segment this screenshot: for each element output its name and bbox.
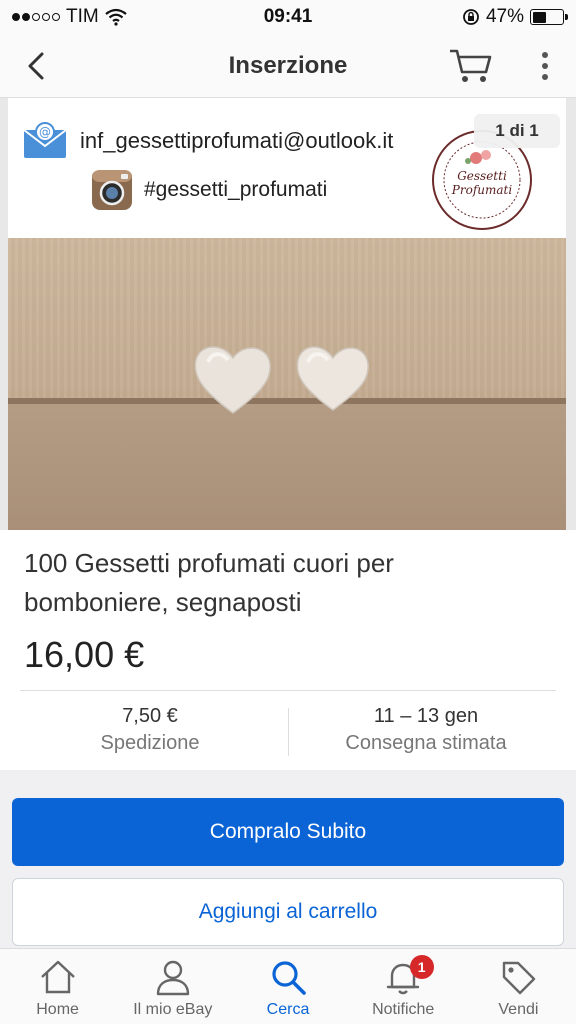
tag-icon bbox=[503, 961, 536, 995]
status-bar: TIM 09:41 47% bbox=[0, 0, 576, 34]
search-icon bbox=[272, 961, 306, 995]
shipping-label: Spedizione bbox=[100, 732, 200, 754]
image-gallery[interactable]: @ inf_gessettiprofumati@outlook.it #gess… bbox=[0, 98, 576, 530]
tab-label: Cerca bbox=[266, 1001, 310, 1018]
tab-label: Vendi bbox=[498, 1001, 539, 1018]
item-title: 100 Gessetti profumati cuori per bomboni… bbox=[24, 548, 394, 617]
cart-icon bbox=[450, 49, 492, 82]
tab-bar: Home Il mio eBay Cerca 1 Notifiche Vendi bbox=[0, 948, 576, 1024]
shipping-info: 7,50 € Spedizione bbox=[40, 705, 260, 755]
item-details: 100 Gessetti profumati cuori per bomboni… bbox=[0, 530, 576, 770]
instagram-icon bbox=[92, 170, 132, 210]
delivery-label: Consegna stimata bbox=[345, 732, 507, 754]
buy-now-button[interactable]: Compralo Subito bbox=[12, 798, 564, 866]
tab-my-ebay[interactable]: Il mio eBay bbox=[115, 949, 230, 1024]
battery-icon bbox=[530, 9, 568, 25]
instagram-row: #gessetti_profumati bbox=[90, 168, 327, 212]
tab-home[interactable]: Home bbox=[0, 949, 115, 1024]
instagram-handle: #gessetti_profumati bbox=[144, 178, 328, 201]
heart-chalk-left bbox=[194, 346, 271, 414]
shipping-value: 7,50 € bbox=[122, 705, 178, 727]
battery-percent: 47% bbox=[485, 6, 524, 27]
chevron-left-icon bbox=[28, 52, 44, 80]
tab-label: Home bbox=[36, 1001, 79, 1018]
svg-text:Profumati: Profumati bbox=[451, 183, 513, 197]
product-photo bbox=[8, 238, 566, 530]
photo-wall bbox=[8, 238, 566, 398]
wifi-icon bbox=[105, 8, 127, 26]
rotation-lock-icon bbox=[463, 9, 479, 25]
image-counter: 1 di 1 bbox=[474, 114, 560, 148]
status-time: 09:41 bbox=[263, 6, 313, 27]
svg-text:Gessetti: Gessetti bbox=[457, 169, 507, 183]
tab-search[interactable]: Cerca bbox=[230, 949, 345, 1024]
home-icon bbox=[40, 960, 75, 994]
delivery-info[interactable]: 11 – 13 gen Consegna stimata bbox=[300, 705, 552, 755]
svg-text:@: @ bbox=[39, 125, 51, 139]
cart-button[interactable] bbox=[448, 46, 494, 86]
status-left: TIM bbox=[12, 6, 127, 28]
tab-sell[interactable]: Vendi bbox=[461, 949, 576, 1024]
more-dot bbox=[542, 74, 548, 80]
notification-badge: 1 bbox=[409, 955, 434, 979]
carrier-name: TIM bbox=[66, 6, 99, 27]
delivery-value: 11 – 13 gen bbox=[373, 705, 479, 727]
nav-bar: Inserzione bbox=[0, 34, 576, 98]
email-row: @ inf_gessettiprofumati@outlook.it bbox=[22, 122, 393, 160]
page-title: Inserzione bbox=[228, 51, 348, 79]
more-dot bbox=[542, 63, 548, 69]
back-button[interactable] bbox=[18, 48, 54, 84]
heart-chalk-right bbox=[296, 346, 369, 411]
user-icon bbox=[156, 960, 189, 996]
add-to-cart-button[interactable]: Aggiungi al carrello bbox=[12, 878, 564, 946]
more-dot bbox=[542, 52, 548, 58]
meta-separator bbox=[288, 708, 289, 756]
status-right: 47% bbox=[462, 6, 568, 28]
divider bbox=[20, 690, 556, 691]
email-icon: @ bbox=[23, 122, 67, 158]
photo-shelf bbox=[8, 404, 566, 530]
tab-label: Il mio eBay bbox=[133, 1001, 213, 1018]
seller-email: inf_gessettiprofumati@outlook.it bbox=[80, 128, 394, 153]
more-options-button[interactable] bbox=[530, 48, 560, 84]
tab-notifications[interactable]: 1 Notifiche bbox=[346, 949, 461, 1024]
signal-icon bbox=[12, 13, 60, 21]
battery-fill bbox=[532, 11, 547, 23]
item-price: 16,00 € bbox=[24, 634, 145, 675]
tab-label: Notifiche bbox=[372, 1001, 435, 1018]
